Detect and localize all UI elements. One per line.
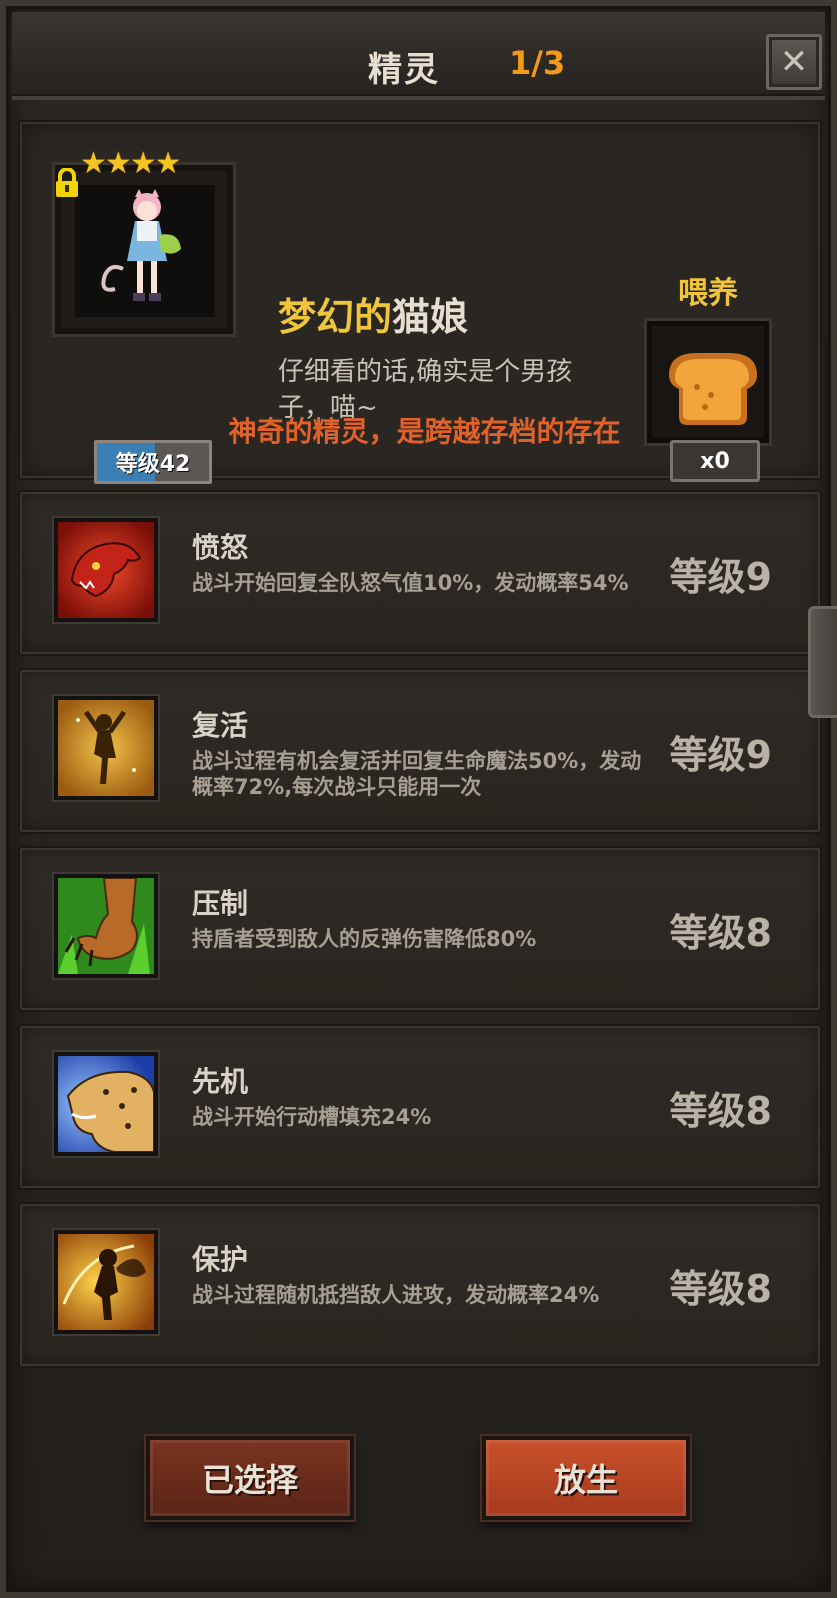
revive-icon [54,696,158,800]
skill-description: 战斗过程有机会复活并回复生命魔法50%，发动概率72%,每次战斗只能用一次 [192,749,642,799]
release-button[interactable]: 放生 [482,1436,690,1520]
skill-row[interactable]: 愤怒 战斗开始回复全队怒气值10%，发动概率54% 等级9 [18,490,822,656]
claw-icon [54,874,158,978]
skill-name: 愤怒 [192,531,249,564]
cat-girl-portrait-icon [75,185,215,317]
skill-name: 先机 [192,1065,249,1098]
page-indicator: 1/3 [509,44,566,82]
skill-row[interactable]: 复活 战斗过程有机会复活并回复生命魔法50%，发动概率72%,每次战斗只能用一次… [18,668,822,834]
close-button[interactable]: ✕ [766,34,822,90]
leopard-icon [54,1052,158,1156]
skill-description: 持盾者受到敌人的反弹伤害降低80% [192,927,537,951]
side-tab-handle[interactable] [808,606,837,718]
skill-row[interactable]: 先机 战斗开始行动槽填充24% 等级8 [18,1024,822,1190]
skill-level: 等级9 [669,733,772,777]
lock-icon[interactable] [54,168,80,198]
skill-description: 战斗过程随机抵挡敌人进攻，发动概率24% [192,1283,600,1307]
skill-level: 等级8 [669,1267,772,1311]
window-title: 精灵 [368,50,440,90]
selected-button[interactable]: 已选择 [146,1436,354,1520]
rarity-stars-icon: ★★★★ [80,146,182,181]
skill-level: 等级8 [669,1089,772,1133]
skill-name: 复活 [192,709,249,742]
feed-label: 喂养 [678,276,738,311]
spirit-tagline: 神奇的精灵，是跨越存档的存在 [228,415,621,448]
spirit-name: 梦幻的猫娘 [278,286,468,341]
spirit-name-main: 猫娘 [392,295,469,339]
skill-row[interactable]: 压制 持盾者受到敌人的反弹伤害降低80% 等级8 [18,846,822,1012]
skill-description: 战斗开始行动槽填充24% [192,1105,432,1129]
title-bar: 精灵 1/3 ✕ [12,12,825,100]
skill-name: 压制 [192,887,249,920]
spirit-name-prefix: 梦幻的 [278,295,393,339]
spirit-window: 精灵 1/3 ✕ 等级42 梦幻的猫娘 仔细看的话,确实是个男孩子，喵~ 喂养 … [0,0,837,1598]
skill-description: 战斗开始回复全队怒气值10%，发动概率54% [192,571,629,595]
skill-level: 等级9 [669,555,772,599]
close-icon: ✕ [779,42,809,82]
skill-name: 保护 [192,1243,249,1276]
skill-level: 等级8 [669,911,772,955]
skill-row[interactable]: 保护 战斗过程随机抵挡敌人进攻，发动概率24% 等级8 [18,1202,822,1368]
fairy-icon [54,1230,158,1334]
panther-icon [54,518,158,622]
